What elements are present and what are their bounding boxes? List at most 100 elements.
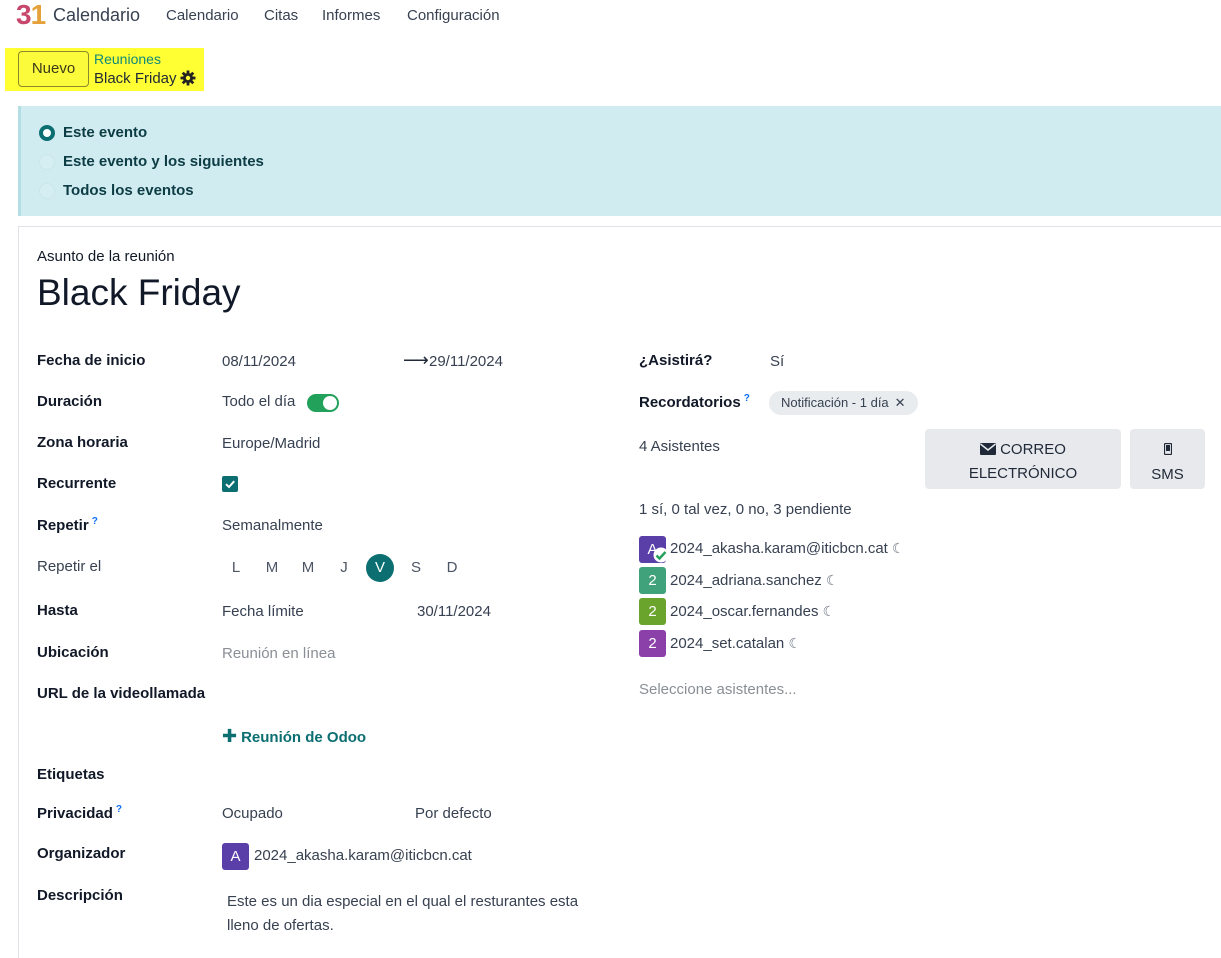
show-as-select[interactable]: Ocupado — [222, 805, 283, 822]
moon-icon: ☾ — [822, 603, 836, 619]
radio-todos-eventos[interactable] — [39, 183, 55, 199]
radio-label-todos-eventos[interactable]: Todos los eventos — [63, 182, 194, 199]
recurrent-checkbox[interactable] — [222, 476, 238, 492]
check-icon — [225, 480, 235, 489]
reminder-tag-label: Notificación - 1 día — [781, 395, 889, 410]
gear-icon[interactable] — [180, 70, 196, 86]
organizer-avatar: A — [222, 843, 249, 870]
attend-label: ¿Asistirá? — [639, 352, 713, 369]
email-button-label-1: CORREO — [1000, 441, 1066, 458]
radio-label-este-evento[interactable]: Este evento — [63, 124, 147, 141]
logo-digit-3: 3 — [16, 0, 32, 30]
weekday-sabado[interactable]: S — [402, 554, 430, 582]
weekday-lunes[interactable]: L — [222, 554, 250, 582]
all-day-toggle[interactable] — [307, 394, 339, 412]
organizer-label: Organizador — [37, 845, 126, 862]
menu-configuracion[interactable]: Configuración — [407, 7, 500, 24]
radio-este-evento[interactable] — [39, 125, 55, 141]
attendee-name: 2024_akasha.karam@iticbcn.cat ☾ — [670, 540, 905, 557]
attendee-avatar: 2 — [639, 598, 666, 625]
repeat-label-text: Repetir — [37, 517, 89, 534]
recurrent-label: Recurrente — [37, 475, 117, 492]
odoo-meeting-label: Reunión de Odoo — [241, 729, 367, 746]
subject-label: Asunto de la reunión — [37, 248, 175, 265]
location-input[interactable]: Reunión en línea — [222, 645, 335, 662]
attendee-avatar: 2 — [639, 630, 666, 657]
email-button[interactable]: CORREO ELECTRÓNICO — [925, 429, 1121, 489]
description-text[interactable]: Este es un dia especial en el qual el re… — [227, 890, 607, 938]
attend-select[interactable]: Sí — [770, 353, 784, 370]
mobile-phone-icon — [1163, 442, 1172, 456]
plus-icon: ✚ — [222, 726, 238, 746]
attendee-name-text: 2024_adriana.sanchez — [670, 572, 822, 589]
app-logo[interactable]: 31 — [16, 0, 47, 32]
new-button[interactable]: Nuevo — [18, 51, 89, 87]
until-label: Hasta — [37, 602, 78, 619]
privacy-label-text: Privacidad — [37, 805, 113, 822]
privacy-select[interactable]: Por defecto — [415, 805, 492, 822]
attendee-name-text: 2024_oscar.fernandes — [670, 603, 819, 620]
radio-este-y-siguientes[interactable] — [39, 154, 55, 170]
until-date-input[interactable]: 30/11/2024 — [417, 603, 491, 620]
menu-informes[interactable]: Informes — [322, 7, 380, 24]
menu-citas[interactable]: Citas — [264, 7, 298, 24]
attendance-summary: 1 sí, 0 tal vez, 0 no, 3 pendiente — [639, 501, 852, 518]
privacy-label: Privacidad? — [37, 804, 122, 822]
repeat-on-label: Repetir el — [37, 558, 102, 575]
weekday-domingo[interactable]: D — [438, 554, 466, 582]
video-url-label: URL de la videollamada — [37, 685, 206, 702]
attendee-avatar: 2 — [639, 567, 666, 594]
subject-input[interactable]: Black Friday — [37, 272, 241, 314]
duration-label: Duración — [37, 393, 103, 410]
weekday-viernes[interactable]: V — [366, 554, 394, 582]
menu-calendario[interactable]: Calendario — [166, 7, 239, 24]
app-title[interactable]: Calendario — [53, 5, 140, 26]
toggle-knob — [323, 396, 337, 410]
reminders-label: Recordatorios? — [639, 393, 750, 411]
timezone-select[interactable]: Europe/Madrid — [222, 435, 320, 452]
envelope-icon — [980, 443, 997, 455]
radio-label-este-y-siguientes[interactable]: Este evento y los siguientes — [63, 153, 264, 170]
arrow-right-icon: ⟶ — [403, 350, 429, 370]
email-button-label-2: ELECTRÓNICO — [968, 465, 1078, 482]
sms-button[interactable]: SMS — [1130, 429, 1205, 489]
timezone-label: Zona horaria — [37, 434, 128, 451]
moon-icon: ☾ — [892, 540, 905, 556]
attendee-name-text: 2024_set.catalan — [670, 635, 785, 652]
start-date-input[interactable]: 08/11/2024 — [222, 353, 296, 370]
odoo-meeting-button[interactable]: ✚ Reunión de Odoo — [222, 726, 366, 747]
breadcrumb-current: Black Friday — [94, 70, 177, 87]
breadcrumb-parent[interactable]: Reuniones — [94, 51, 161, 67]
all-day-label: Todo el día — [222, 393, 296, 410]
moon-icon: ☾ — [788, 635, 801, 651]
select-attendees-input[interactable]: Seleccione asistentes... — [639, 681, 797, 698]
location-label: Ubicación — [37, 644, 109, 661]
description-label: Descripción — [37, 887, 123, 904]
weekday-miercoles[interactable]: M — [294, 554, 322, 582]
attendees-count: 4 Asistentes — [639, 438, 720, 455]
sms-button-label: SMS — [1151, 466, 1184, 483]
end-date-input[interactable]: 29/11/2024 — [429, 353, 503, 370]
start-date-label: Fecha de inicio — [37, 352, 146, 369]
attendee-name[interactable]: 2024_adriana.sanchez ☾ — [670, 572, 839, 589]
until-type-select[interactable]: Fecha límite — [222, 603, 304, 620]
repeat-label: Repetir? — [37, 516, 98, 534]
reminders-help-icon[interactable]: ? — [744, 393, 750, 404]
attendee-name[interactable]: 2024_set.catalan ☾ — [670, 635, 801, 652]
close-icon[interactable]: ✕ — [895, 395, 906, 410]
reminder-tag: Notificación - 1 día ✕ — [769, 391, 918, 415]
repeat-help-icon[interactable]: ? — [92, 516, 98, 527]
weekday-martes[interactable]: M — [258, 554, 286, 582]
attendee-name[interactable]: 2024_oscar.fernandes ☾ — [670, 603, 835, 620]
weekday-jueves[interactable]: J — [330, 554, 358, 582]
organizer-input[interactable]: 2024_akasha.karam@iticbcn.cat — [254, 847, 472, 864]
form-sheet — [18, 226, 1221, 958]
repeat-select[interactable]: Semanalmente — [222, 517, 323, 534]
logo-digit-1: 1 — [30, 0, 47, 30]
privacy-help-icon[interactable]: ? — [116, 804, 122, 815]
tags-label: Etiquetas — [37, 766, 105, 783]
attendee-name-text: 2024_akasha.karam@iticbcn.cat — [670, 540, 888, 557]
reminders-label-text: Recordatorios — [639, 394, 741, 411]
accepted-check-icon — [653, 547, 669, 563]
moon-icon: ☾ — [825, 572, 839, 588]
